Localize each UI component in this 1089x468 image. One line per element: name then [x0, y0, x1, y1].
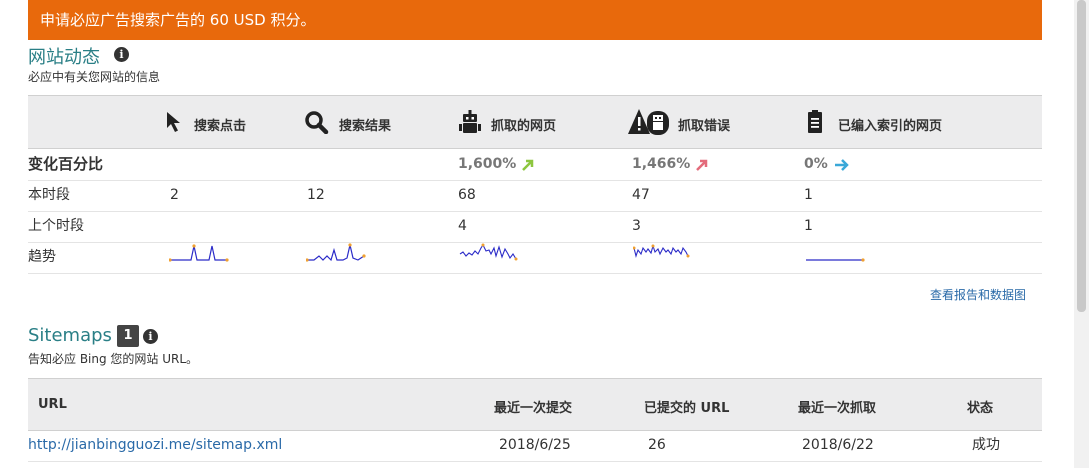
sitemaps-title: Sitemaps	[28, 325, 112, 346]
col-crawled-pages: 抓取的网页	[491, 119, 557, 134]
results-sparkline[interactable]	[306, 242, 366, 266]
sitemaps-subtitle: 告知必应 Bing 您的网站 URL。	[28, 352, 199, 366]
scrollbar-thumb[interactable]	[1077, 0, 1086, 312]
arrow-up-right-icon	[696, 159, 708, 171]
sitemap-last-submitted: 2018/6/25	[499, 437, 571, 453]
current-results: 12	[307, 187, 325, 203]
change-percent-label: 变化百分比	[28, 155, 104, 173]
current-indexed: 1	[804, 187, 813, 203]
col-url[interactable]: URL	[38, 397, 67, 412]
arrow-right-icon	[835, 159, 849, 171]
current-period-row: 本时段 2 12 68 47 1	[28, 180, 1042, 212]
col-status[interactable]: 状态	[967, 397, 993, 416]
sitemap-last-crawled: 2018/6/22	[802, 437, 874, 453]
view-report-link[interactable]: 查看报告和数据图	[930, 286, 1026, 303]
col-search-results: 搜索结果	[339, 119, 392, 134]
info-icon[interactable]: i	[143, 329, 158, 344]
sitemaps-header: URL 最近一次提交 已提交的 URL 最近一次抓取 状态	[28, 378, 1042, 431]
current-errors: 47	[632, 187, 650, 203]
previous-errors: 3	[632, 218, 641, 234]
col-submitted-urls[interactable]: 已提交的 URL	[644, 397, 729, 416]
previous-crawled: 4	[458, 218, 467, 234]
current-clicks: 2	[170, 187, 179, 203]
col-search-clicks: 搜索点击	[194, 119, 247, 134]
sitemaps-count-badge: 1	[117, 325, 139, 347]
col-crawl-errors: 抓取错误	[678, 119, 731, 134]
trend-label: 趋势	[28, 249, 56, 265]
document-icon	[808, 110, 822, 133]
col-indexed-pages: 已编入索引的网页	[838, 119, 943, 134]
table-row: http://jianbingguozi.me/sitemap.xml 2018…	[28, 430, 1042, 462]
indexed-sparkline[interactable]	[805, 242, 865, 266]
site-activity-header: 搜索点击 搜索结果 抓取的网页 抓取错误 已编入索引的网页	[28, 95, 1042, 149]
sitemap-url-link[interactable]: http://jianbingguozi.me/sitemap.xml	[28, 430, 282, 461]
site-activity-title: 网站动态	[28, 47, 100, 68]
change-percent-row: 变化百分比 1,600% 1,466% 0%	[28, 149, 1042, 181]
current-period-label: 本时段	[28, 187, 70, 203]
robot-icon	[459, 110, 481, 133]
sitemap-status: 成功	[972, 437, 1000, 453]
previous-period-row: 上个时段 4 3 1	[28, 211, 1042, 243]
errors-change: 1,466%	[632, 156, 691, 172]
promo-banner[interactable]: 申请必应广告搜索广告的 60 USD 积分。	[28, 0, 1042, 40]
robot-warning-icon	[628, 109, 669, 135]
col-last-submitted[interactable]: 最近一次提交	[494, 397, 572, 416]
sitemap-submitted-urls: 26	[648, 437, 666, 453]
crawled-sparkline[interactable]	[459, 242, 519, 266]
previous-indexed: 1	[804, 218, 813, 234]
site-activity-subtitle: 必应中有关您网站的信息	[28, 70, 161, 84]
errors-sparkline[interactable]	[633, 242, 693, 266]
info-icon[interactable]: i	[114, 47, 129, 62]
crawled-change: 1,600%	[458, 156, 517, 172]
cursor-icon	[167, 112, 180, 132]
col-last-crawled[interactable]: 最近一次抓取	[798, 397, 876, 416]
clicks-sparkline[interactable]	[169, 242, 229, 266]
previous-period-label: 上个时段	[28, 218, 84, 234]
current-crawled: 68	[458, 187, 476, 203]
indexed-change: 0%	[804, 156, 828, 172]
arrow-up-right-icon	[522, 159, 534, 171]
trend-row: 趋势	[28, 242, 1042, 274]
search-icon	[305, 111, 329, 134]
